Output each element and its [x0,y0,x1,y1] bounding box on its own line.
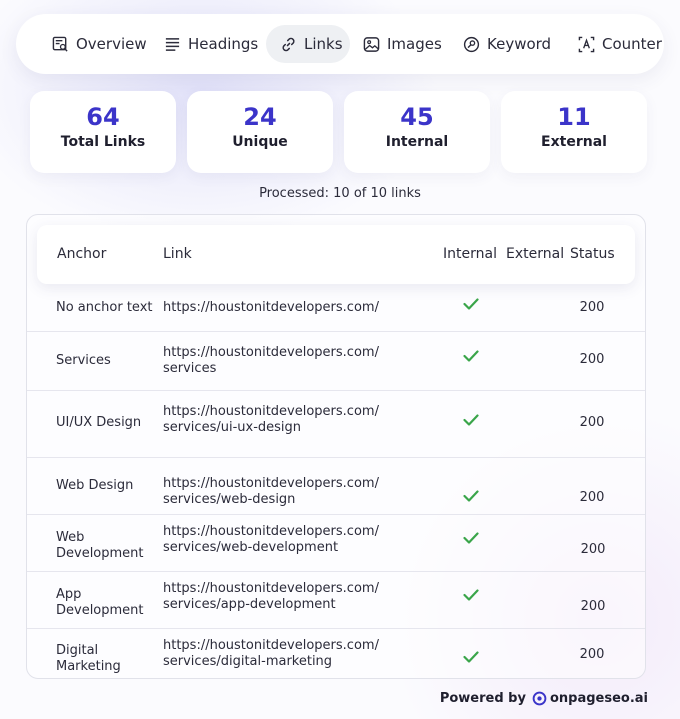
stat-value: 24 [243,103,277,131]
processed-status: Processed: 10 of 10 links [259,186,421,201]
stat-value: 64 [86,103,120,131]
link-icon [282,37,295,51]
brand-name: onpageseo.ai [549,691,648,706]
tab-headings-label: Headings [188,35,259,53]
brand-link[interactable]: onpageseo.ai [532,691,648,706]
powered-by-label: Powered by [439,691,526,706]
link-cell[interactable]: https://houstonitdevelopers.com/ service… [163,638,403,670]
anchor-cell: No anchor text [56,300,153,315]
table-row: App Development https://houstonitdevelope… [27,571,645,629]
anchor-cell: App Development [56,587,144,618]
internal-check-icon [463,490,479,502]
tab-overview-label: Overview [76,35,147,53]
stat-value: 45 [400,103,434,131]
link-cell[interactable]: https://houstonitdevelopers.com/ service… [163,581,403,613]
tab-images[interactable]: Images [349,25,456,63]
tab-counter[interactable]: Counter [564,25,664,63]
anchor-cell: Services [56,353,111,368]
status-cell: 200 [580,599,606,614]
table-row: UI/UX Design https://houstonitdevelopers.… [27,390,645,458]
table-row: Web Development https://houstonitdevelope… [27,514,645,572]
stat-card-unique: 24 Unique [187,91,333,173]
links-table: Anchor Link Internal External Status No … [26,214,646,679]
internal-check-icon [463,589,479,601]
tab-bar: Overview Headings Links Images Keyword C… [16,14,664,74]
tab-overview[interactable]: Overview [38,25,161,63]
status-cell: 200 [579,647,605,662]
stat-value: 11 [557,103,591,131]
stat-label: Internal [385,134,449,150]
table-row: Digital Marketing https://houstonitdevelo… [27,628,645,678]
column-header-internal: Internal [443,246,497,262]
image-icon [363,36,380,52]
table-row: Web Design https://houstonitdevelopers.co… [27,457,645,515]
stat-card-external: 11 External [501,91,647,173]
column-header-external: External [506,246,565,262]
tab-keyword[interactable]: Keyword [449,25,565,63]
status-cell: 200 [579,300,605,315]
status-cell: 200 [579,352,605,367]
column-header-link: Link [163,246,192,262]
onpageseo-logo-icon [532,691,547,706]
tab-counter-label: Counter [602,35,662,53]
table-header: Anchor Link Internal External Status [37,225,635,284]
overview-icon [52,36,68,52]
status-cell: 200 [579,415,605,430]
table-row: Services https://houstonitdevelopers.com/… [27,331,645,391]
table-row: No anchor text https://houstonitdeveloper… [27,284,645,332]
internal-check-icon [463,651,479,663]
internal-check-icon [463,414,479,426]
internal-check-icon [463,350,479,362]
tab-headings[interactable]: Headings [150,25,272,63]
counter-icon [578,36,595,52]
tab-links-label: Links [304,35,343,53]
internal-check-icon [463,532,479,544]
anchor-cell: UI/UX Design [56,415,142,430]
stat-label: Unique [232,134,288,150]
anchor-cell: Web Development [56,530,144,561]
anchor-cell: Digital Marketing [56,643,121,674]
internal-check-icon [463,298,479,310]
tab-keyword-label: Keyword [487,35,552,53]
stat-label: External [541,134,607,150]
link-cell[interactable]: https://houstonitdevelopers.com/ service… [163,524,403,556]
link-cell[interactable]: https://houstonitdevelopers.com/ service… [163,345,403,377]
footer: Powered by onpageseo.ai [440,691,648,706]
link-cell[interactable]: https://houstonitdevelopers.com/ [163,300,403,316]
status-cell: 200 [579,490,605,505]
link-cell[interactable]: https://houstonitdevelopers.com/ service… [163,476,403,508]
headings-icon [165,37,180,51]
status-cell: 200 [580,542,606,557]
anchor-cell: Web Design [56,478,134,493]
tab-images-label: Images [387,35,442,53]
link-cell[interactable]: https://houstonitdevelopers.com/ service… [163,404,403,436]
stat-label: Total Links [60,134,146,150]
keyword-icon [463,36,480,52]
column-header-status: Status [570,246,615,262]
stat-card-internal: 45 Internal [344,91,490,173]
stat-card-total-links: 64 Total Links [30,91,176,173]
column-header-anchor: Anchor [57,246,107,262]
tab-links[interactable]: Links [266,25,350,63]
